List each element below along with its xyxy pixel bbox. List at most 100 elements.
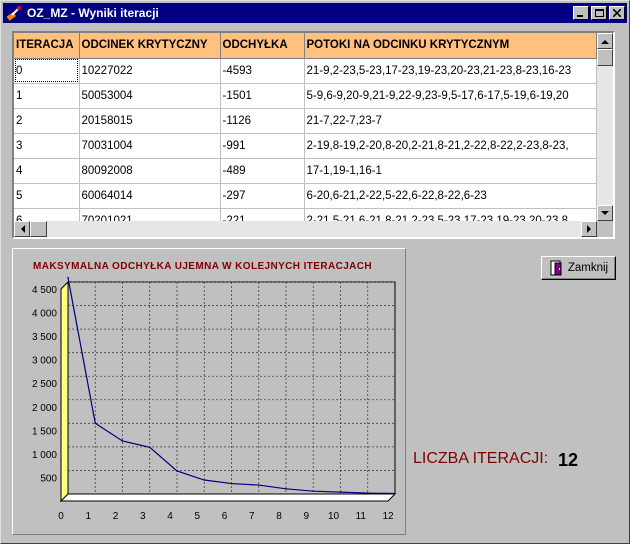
scroll-up-button[interactable]: [597, 33, 613, 49]
data-point: [366, 492, 369, 494]
column-header-pipes[interactable]: POTOKI NA ODCINKU KRYTYCZNYM: [304, 33, 597, 59]
results-grid[interactable]: ITERACJA ODCINEK KRYTYCZNY ODCHYŁKA POTO…: [12, 31, 615, 239]
data-point: [230, 482, 233, 485]
maximize-button[interactable]: [591, 6, 607, 20]
cell-iteration[interactable]: 3: [14, 133, 80, 159]
x-tick-label: 2: [113, 511, 119, 522]
column-header-critical-segment[interactable]: ODCINEK KRYTYCZNY: [79, 33, 221, 59]
cell-critical-segment[interactable]: 70031004: [79, 133, 221, 159]
minimize-button[interactable]: [573, 6, 589, 20]
cell-deviation[interactable]: -1126: [220, 108, 305, 134]
cell-pipes[interactable]: 21-7,22-7,23-7: [304, 108, 597, 134]
cell-iteration[interactable]: 4: [14, 158, 80, 184]
table-row[interactable]: 0 10227022 -4593 21-9,2-23,5-23,17-23,19-23…: [14, 58, 597, 84]
data-point: [203, 479, 206, 481]
title-bar[interactable]: OZ_MZ - Wyniki iteracji: [3, 3, 627, 23]
cell-pipes[interactable]: 6-20,6-21,2-22,5-22,6-22,8-22,6-23: [304, 183, 597, 209]
plot-side-wall: [60, 280, 69, 503]
cell-critical-segment[interactable]: 20158015: [79, 108, 221, 134]
y-tick-label: 3 000: [32, 356, 57, 367]
column-header-iteration[interactable]: ITERACJA: [14, 33, 80, 59]
data-point: [394, 492, 396, 495]
close-button-label: Zamknij: [567, 262, 609, 274]
x-tick-label: 8: [276, 511, 282, 522]
x-tick-label: 7: [249, 511, 255, 522]
app-icon: [6, 6, 21, 21]
data-point: [148, 446, 151, 449]
arrow-down-icon: [601, 210, 609, 215]
maximize-icon: [594, 9, 604, 17]
x-tick-label: 5: [194, 511, 200, 522]
y-tick-label: 2 000: [32, 403, 57, 414]
results-window: OZ_MZ - Wyniki iteracji ITERACJA ODCINEK…: [0, 0, 630, 544]
scroll-left-button[interactable]: [14, 221, 30, 237]
exit-door-icon: [550, 260, 562, 276]
data-point: [312, 490, 315, 492]
table-row[interactable]: 5 60064014 -297 6-20,6-21,2-22,5-22,6-22,8-…: [14, 183, 597, 209]
cell-deviation[interactable]: -1501: [220, 83, 305, 109]
cell-iteration[interactable]: 2: [14, 108, 80, 134]
cell-deviation[interactable]: -297: [220, 183, 305, 209]
y-tick-label: 1 500: [32, 426, 57, 437]
y-tick-label: 1 000: [32, 450, 57, 461]
y-tick-label: 500: [40, 473, 57, 484]
x-tick-label: 1: [85, 511, 91, 522]
cell-critical-segment[interactable]: 10227022: [79, 58, 221, 84]
x-tick-label: 3: [140, 511, 146, 522]
x-tick-label: 10: [328, 511, 340, 522]
x-tick-label: 9: [303, 511, 309, 522]
y-tick-label: 2 500: [32, 379, 57, 390]
grid-header-row: ITERACJA ODCINEK KRYTYCZNY ODCHYŁKA POTO…: [14, 33, 597, 59]
vertical-scroll-thumb[interactable]: [597, 49, 613, 66]
vertical-scrollbar[interactable]: [597, 33, 613, 221]
data-point: [94, 422, 97, 425]
cell-iteration[interactable]: 0: [14, 58, 80, 84]
cell-critical-segment[interactable]: 80092008: [79, 158, 221, 184]
cell-critical-segment[interactable]: 60064014: [79, 183, 221, 209]
x-tick-label: 4: [167, 511, 173, 522]
deviation-chart: 500 1 000 1 500 2 000 2 500 3 000 3 500 4 000 4 …: [32, 276, 397, 522]
data-point: [257, 484, 260, 486]
horizontal-scroll-thumb[interactable]: [30, 221, 47, 237]
x-tick-label: 0: [58, 511, 64, 522]
chart-panel: MAKSYMALNA ODCHYŁKA UJEMNA W KOLEJNYCH I…: [12, 248, 406, 535]
data-point: [285, 488, 287, 490]
table-row[interactable]: 3 70031004 -991 2-19,8-19,2-20,8-20,2-21,8-…: [14, 133, 597, 159]
data-point: [339, 491, 342, 493]
data-point: [176, 470, 178, 472]
y-tick-label: 4 000: [32, 309, 57, 320]
arrow-left-icon: [20, 225, 25, 233]
scrollbar-corner: [597, 221, 613, 237]
plot-floor: [59, 493, 397, 502]
arrow-right-icon: [586, 225, 591, 233]
scroll-down-button[interactable]: [597, 205, 613, 221]
cell-deviation[interactable]: -489: [220, 158, 305, 184]
window-title: OZ_MZ - Wyniki iteracji: [27, 6, 159, 20]
x-tick-label: 11: [356, 511, 367, 522]
y-tick-label: 4 500: [32, 285, 57, 296]
data-point: [67, 276, 69, 279]
close-button[interactable]: Zamknij: [541, 256, 616, 280]
cell-pipes[interactable]: 2-19,8-19,2-20,8-20,2-21,8-21,2-22,8-22,…: [304, 133, 597, 159]
horizontal-scrollbar[interactable]: [14, 221, 597, 237]
cell-pipes[interactable]: 17-1,19-1,16-1: [304, 158, 597, 184]
table-row[interactable]: 1 50053004 -1501 5-9,6-9,20-9,21-9,22-9,23-…: [14, 83, 597, 109]
x-tick-label: 12: [382, 511, 394, 522]
table-row[interactable]: 4 80092008 -489 17-1,19-1,16-1: [14, 158, 597, 184]
column-header-deviation[interactable]: ODCHYŁKA: [220, 33, 305, 59]
minimize-icon: [577, 15, 583, 17]
iteration-count-value: 12: [558, 450, 579, 470]
scroll-right-button[interactable]: [581, 221, 597, 237]
table-row[interactable]: 2 20158015 -1126 21-7,22-7,23-7: [14, 108, 597, 134]
iteration-count-label: LICZBA ITERACJI:: [413, 450, 549, 467]
close-window-button[interactable]: [609, 6, 625, 20]
cell-pipes[interactable]: 21-9,2-23,5-23,17-23,19-23,20-23,21-23,8…: [304, 58, 597, 84]
cell-deviation[interactable]: -991: [220, 133, 305, 159]
data-point: [121, 440, 124, 442]
cell-pipes[interactable]: 5-9,6-9,20-9,21-9,22-9,23-9,5-17,6-17,5-…: [304, 83, 597, 109]
cell-iteration[interactable]: 5: [14, 183, 80, 209]
cell-iteration[interactable]: 1: [14, 83, 80, 109]
close-icon: [613, 9, 621, 17]
cell-deviation[interactable]: -4593: [220, 58, 305, 84]
cell-critical-segment[interactable]: 50053004: [79, 83, 221, 109]
